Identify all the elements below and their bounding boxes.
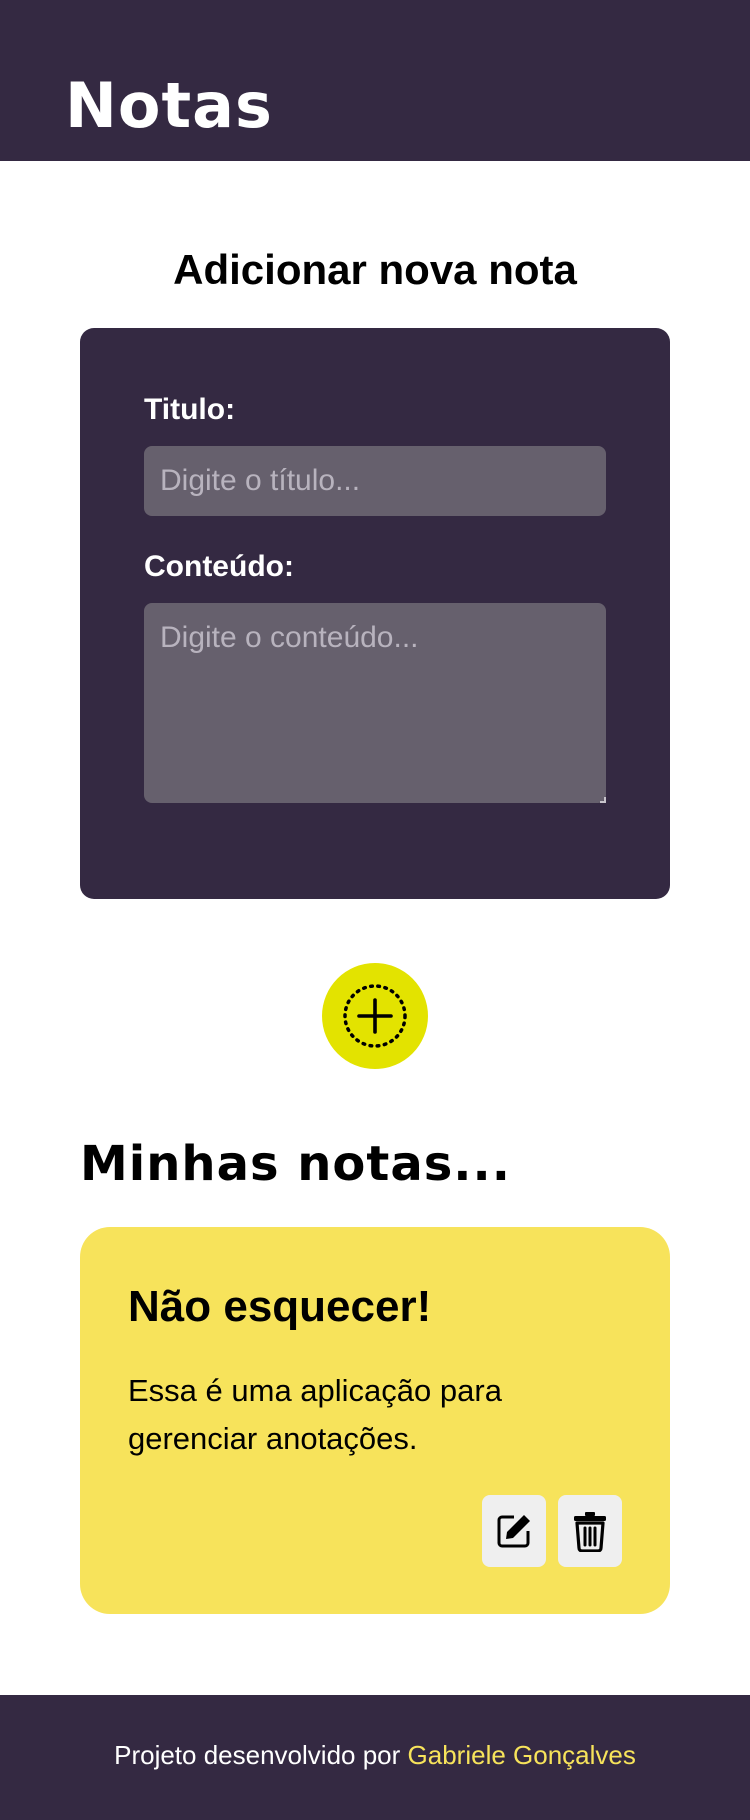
note-card: Não esquecer! Essa é uma aplicação para … [80, 1227, 670, 1614]
textarea-resize-handle[interactable] [600, 797, 606, 803]
delete-note-button[interactable] [558, 1495, 622, 1567]
footer-author-link[interactable]: Gabriele Gonçalves [408, 1740, 636, 1770]
note-title: Não esquecer! [128, 1282, 432, 1331]
add-note-button[interactable] [322, 963, 428, 1069]
notes-heading: Minhas notas... [80, 1136, 511, 1192]
app-footer: Projeto desenvolvido por Gabriele Gonçal… [0, 1695, 750, 1820]
app-logo: Notas [65, 69, 273, 142]
note-content: Essa é uma aplicação para gerenciar anot… [128, 1373, 502, 1456]
content-textarea[interactable] [144, 603, 606, 803]
add-circle-dotted-icon [343, 984, 407, 1048]
edit-icon [497, 1515, 530, 1548]
footer-credit: Projeto desenvolvido por Gabriele Gonçal… [0, 1737, 750, 1773]
footer-text: Projeto desenvolvido por [114, 1740, 401, 1770]
form-heading: Adicionar nova nota [173, 246, 577, 293]
title-input[interactable] [144, 446, 606, 516]
trash-icon [574, 1512, 606, 1552]
edit-note-button[interactable] [482, 1495, 546, 1567]
note-form: Titulo: Conteúdo: [80, 328, 670, 899]
content-label: Conteúdo: [144, 550, 294, 583]
title-label: Titulo: [144, 393, 236, 426]
app-header: Notas [0, 0, 750, 161]
